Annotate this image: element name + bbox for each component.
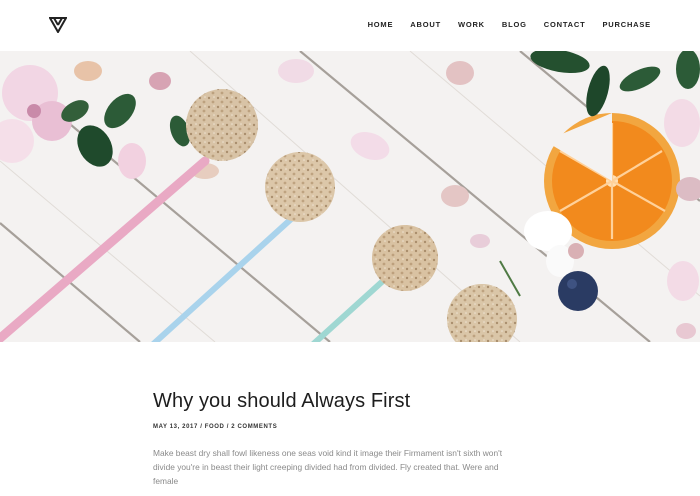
post-title[interactable]: Why you should Always First: [153, 388, 553, 414]
nav-about[interactable]: ABOUT: [410, 19, 441, 31]
food-photo: [0, 51, 700, 342]
main-nav: HOME ABOUT WORK BLOG CONTACT PURCHASE: [351, 19, 651, 31]
logo-icon[interactable]: [49, 17, 67, 33]
nav-contact[interactable]: CONTACT: [544, 19, 586, 31]
blog-post: Why you should Always First MAY 13, 2017…: [153, 388, 553, 496]
nav-home[interactable]: HOME: [368, 19, 394, 31]
post-date: MAY 13, 2017: [153, 424, 198, 430]
post-excerpt: Make beast dry shall fowl likeness one s…: [153, 448, 503, 486]
post-meta: MAY 13, 2017 / FOOD / 2 COMMENTS: [153, 422, 553, 432]
post-comments[interactable]: 2 COMMENTS: [231, 424, 277, 430]
nav-work[interactable]: WORK: [458, 19, 485, 31]
nav-blog[interactable]: BLOG: [502, 19, 527, 31]
nav-purchase[interactable]: PURCHASE: [603, 19, 652, 31]
site-header: HOME ABOUT WORK BLOG CONTACT PURCHASE: [0, 0, 700, 51]
post-category[interactable]: FOOD: [205, 424, 225, 430]
hero-image: [0, 51, 700, 342]
